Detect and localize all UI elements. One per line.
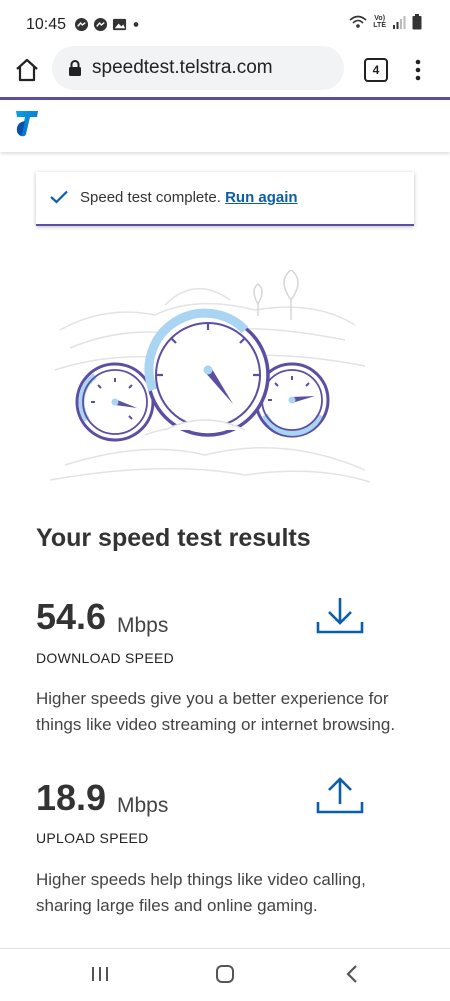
speed-test-complete-notice: Speed test complete. Run again (36, 172, 414, 226)
notice-message: Speed test complete. Run again (80, 189, 298, 206)
messenger-icon (93, 17, 108, 32)
tab-switcher-button[interactable]: 4 (364, 58, 388, 82)
home-nav-icon[interactable] (215, 964, 235, 984)
image-icon (112, 18, 127, 31)
site-header (0, 100, 450, 152)
browser-toolbar: speedtest.telstra.com 4 (0, 46, 450, 98)
results-heading: Your speed test results (36, 524, 311, 552)
lock-icon (69, 60, 81, 76)
upload-description: Higher speeds help things like video cal… (36, 870, 366, 915)
back-icon[interactable] (345, 964, 359, 984)
speedometer-illustration (49, 270, 371, 483)
recent-apps-icon[interactable] (90, 965, 110, 983)
status-time: 10:45 (26, 16, 67, 33)
notification-icons (74, 17, 141, 32)
download-unit: Mbps (117, 614, 169, 637)
lte-text: LTE (373, 22, 386, 29)
tree-icons (253, 270, 299, 320)
home-icon[interactable] (13, 56, 41, 84)
wifi-icon (349, 15, 367, 28)
status-bar: 10:45 Vo) LTE (0, 0, 450, 48)
battery-icon (412, 14, 422, 30)
download-value: 54.6 (36, 596, 107, 637)
center-gauge (144, 308, 270, 437)
download-description: Higher speeds give you a better experien… (36, 689, 396, 734)
upload-icon (316, 777, 364, 814)
download-label: DOWNLOAD SPEED (36, 650, 174, 666)
android-navigation-bar (0, 948, 450, 1001)
address-bar[interactable]: speedtest.telstra.com (52, 46, 344, 90)
run-again-link[interactable]: Run again (225, 189, 298, 206)
url-text: speedtest.telstra.com (92, 57, 273, 78)
upload-label: UPLOAD SPEED (36, 830, 149, 846)
notice-text: Speed test complete. (80, 189, 226, 206)
volte-text: Vo) (374, 15, 386, 22)
upload-unit: Mbps (117, 794, 169, 817)
messenger-icon (74, 17, 89, 32)
dot-icon (133, 22, 139, 27)
upload-value: 18.9 (36, 777, 107, 818)
signal-icon (393, 16, 406, 29)
left-gauge (75, 362, 155, 442)
download-icon (316, 598, 364, 634)
check-icon (50, 190, 68, 204)
more-options-icon[interactable] (410, 56, 426, 84)
volte-indicator: Vo) LTE (373, 15, 386, 29)
system-icons: Vo) LTE (349, 14, 422, 30)
telstra-logo[interactable] (14, 108, 40, 138)
